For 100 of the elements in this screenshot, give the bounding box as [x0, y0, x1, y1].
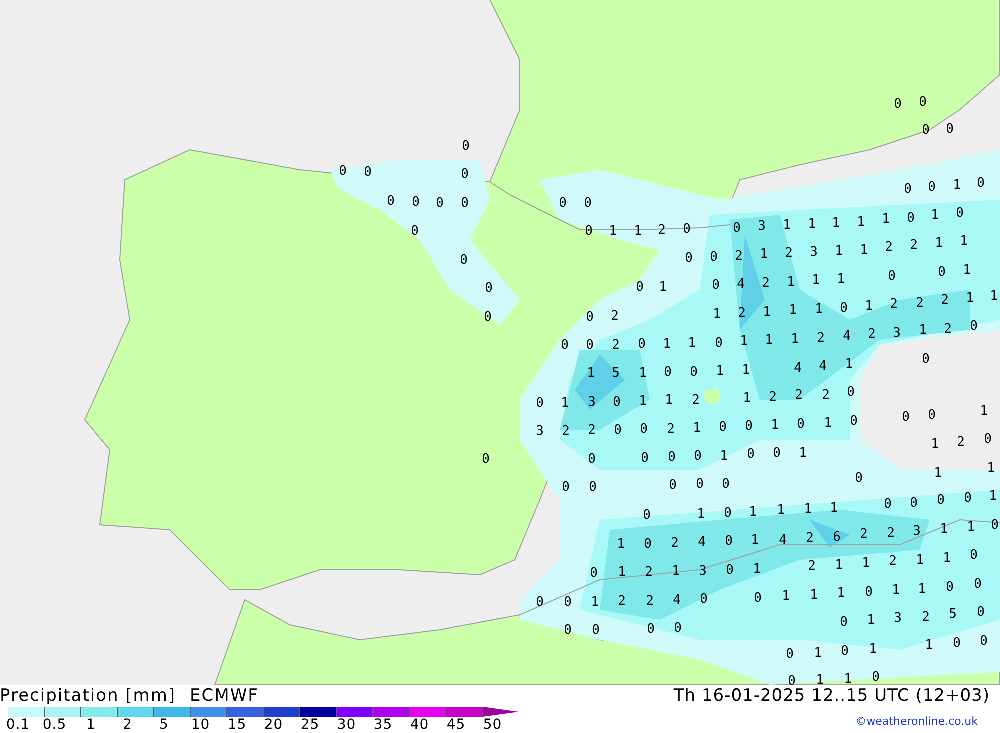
precipitation-value: 1 [830, 501, 838, 516]
legend-label: 15 [228, 717, 247, 733]
precipitation-value: 1 [919, 323, 927, 338]
precipitation-value: 0 [412, 195, 420, 210]
precipitation-value: 1 [561, 396, 569, 411]
precipitation-value: 0 [484, 310, 492, 325]
precipitation-value: 3 [588, 395, 596, 410]
precipitation-value: 0 [797, 417, 805, 432]
credit-link[interactable]: ©weatheronline.co.uk [856, 715, 978, 728]
precipitation-value: 1 [967, 520, 975, 535]
precipitation-value: 2 [611, 309, 619, 324]
legend-label: 10 [191, 717, 210, 733]
precipitation-value: 1 [587, 366, 595, 381]
precipitation-value: 0 [561, 338, 569, 353]
precipitation-value: 0 [840, 301, 848, 316]
precipitation-value: 3 [536, 424, 544, 439]
precipitation-value: 0 [696, 477, 704, 492]
precipitation-value: 0 [462, 139, 470, 154]
precipitation-value: 0 [907, 211, 915, 226]
precipitation-value: 0 [668, 450, 676, 465]
precipitation-value: 1 [862, 556, 870, 571]
precipitation-value: 0 [722, 477, 730, 492]
precipitation-value: 1 [940, 522, 948, 537]
precipitation-value: 1 [765, 333, 773, 348]
precipitation-value: 0 [364, 165, 372, 180]
precipitation-value: 1 [771, 418, 779, 433]
precipitation-value: 0 [690, 365, 698, 380]
precipitation-value: 1 [672, 564, 680, 579]
precipitation-value: 1 [639, 394, 647, 409]
precipitation-value: 0 [588, 452, 596, 467]
precipitation-value: 0 [724, 506, 732, 521]
precipitation-value: 1 [816, 673, 824, 685]
precipitation-value: 0 [910, 496, 918, 511]
precipitation-value: 6 [833, 530, 841, 545]
precipitation-value: 1 [835, 558, 843, 573]
precipitation-value: 0 [773, 446, 781, 461]
precipitation-value: 0 [726, 563, 734, 578]
precipitation-value: 2 [671, 536, 679, 551]
precipitation-value: 0 [584, 196, 592, 211]
legend-label: 25 [300, 717, 320, 733]
precipitation-value: 0 [562, 480, 570, 495]
precipitation-value: 3 [913, 524, 921, 539]
precipitation-value: 0 [644, 537, 652, 552]
precipitation-value: 0 [460, 253, 468, 268]
model-name: ECMWF [190, 686, 259, 706]
precipitation-value: 1 [857, 215, 865, 230]
precipitation-value: 1 [953, 178, 961, 193]
precipitation-value: 0 [956, 206, 964, 221]
precipitation-value: 1 [960, 234, 968, 249]
precipitation-value: 1 [810, 588, 818, 603]
precipitation-value: 2 [588, 423, 596, 438]
precipitation-value: 0 [977, 176, 985, 191]
precipitation-value: 0 [888, 269, 896, 284]
precipitation-value: 0 [674, 621, 682, 636]
precipitation-value: 2 [944, 322, 952, 337]
precipitation-value: 2 [795, 388, 803, 403]
precipitation-value: 1 [931, 208, 939, 223]
precipitation-value: 1 [791, 332, 799, 347]
precipitation-value: 2 [890, 297, 898, 312]
precipitation-value: 0 [847, 385, 855, 400]
precipitation-value: 0 [970, 548, 978, 563]
precipitation-value: 1 [925, 638, 933, 653]
precipitation-value: 0 [980, 634, 988, 649]
precipitation-value: 0 [937, 493, 945, 508]
precipitation-value: 0 [669, 478, 677, 493]
precipitation-value: 0 [536, 595, 544, 610]
precipitation-value: 1 [743, 391, 751, 406]
precipitation-value: 0 [964, 491, 972, 506]
precipitation-value: 1 [659, 280, 667, 295]
precipitation-value: 1 [882, 212, 890, 227]
precipitation-value: 1 [742, 363, 750, 378]
precipitation-value: 1 [963, 263, 971, 278]
precipitation-value: 1 [808, 217, 816, 232]
precipitation-value: 0 [694, 449, 702, 464]
legend-label: 40 [410, 717, 430, 733]
precipitation-value: 1 [760, 247, 768, 262]
precipitation-value: 0 [946, 122, 954, 137]
precipitation-value: 2 [692, 393, 700, 408]
precipitation-value: 0 [928, 180, 936, 195]
precipitation-value: 0 [559, 196, 567, 211]
precipitation-value: 1 [740, 334, 748, 349]
precipitation-value: 0 [613, 395, 621, 410]
precipitation-value: 0 [590, 566, 598, 581]
precipitation-value: 0 [647, 622, 655, 637]
precipitation-value: 1 [812, 273, 820, 288]
precipitation-value: 2 [860, 527, 868, 542]
precipitation-value: 0 [902, 410, 910, 425]
precipitation-value: 5 [612, 366, 620, 381]
precipitation-value: 0 [636, 280, 644, 295]
precipitation-value: 1 [980, 404, 988, 419]
precipitation-value: 0 [485, 281, 493, 296]
precipitation-value: 0 [715, 336, 723, 351]
precipitation-value: 2 [806, 531, 814, 546]
legend-label: 35 [374, 717, 393, 733]
precipitation-value: 1 [931, 437, 939, 452]
precipitation-value: 0 [700, 592, 708, 607]
precipitation-value: 2 [769, 390, 777, 405]
precipitation-value: 2 [645, 565, 653, 580]
legend-label: 45 [446, 717, 466, 733]
precipitation-value: 0 [641, 451, 649, 466]
